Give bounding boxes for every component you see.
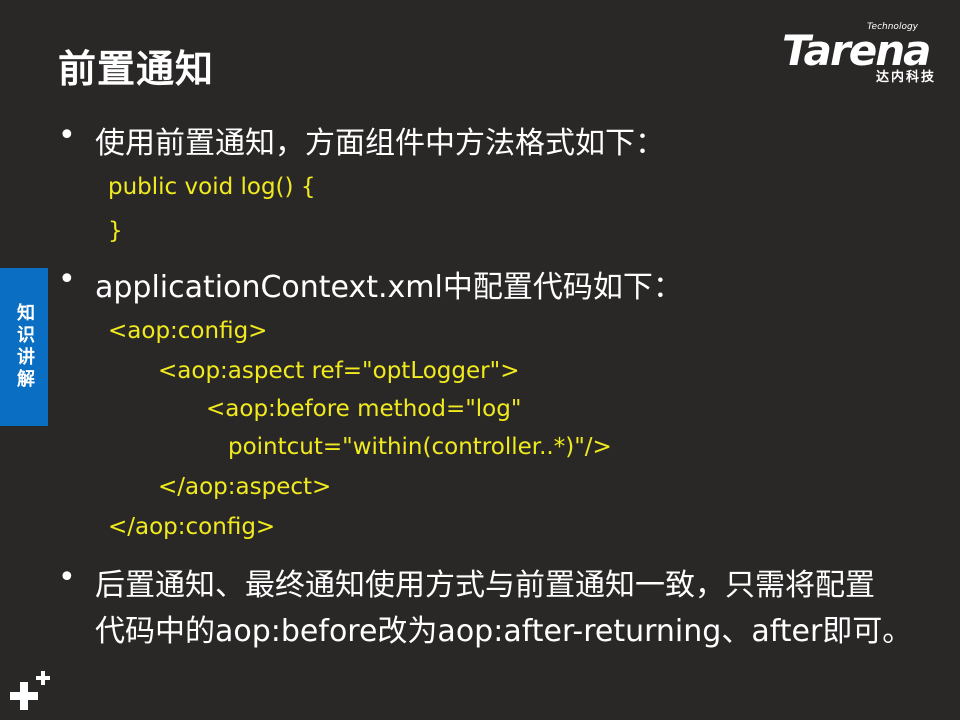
code-line: <aop:aspect ref="optLogger"> (158, 358, 520, 384)
knowledge-tab: 知识讲解 (0, 268, 48, 426)
code-line: pointcut="within(controller..*)"/> (228, 434, 612, 460)
code-line: <aop:before method="log" (206, 396, 522, 422)
slide: 前置通知 Technology Tarena 达内科技 知识讲解 • 使用前置通… (0, 0, 960, 720)
knowledge-tab-label: 知识讲解 (14, 303, 35, 391)
tarena-logo: Technology Tarena 达内科技 (778, 22, 948, 85)
slide-title: 前置通知 (58, 47, 215, 91)
bullet-3-line-2: 代码中的aop:before改为aop:after-returning、afte… (95, 614, 913, 649)
bullet-1-text: 使用前置通知，方面组件中方法格式如下： (95, 126, 665, 161)
bullet-2-text: applicationContext.xml中配置代码如下： (95, 270, 683, 305)
bullet-marker: • (58, 262, 76, 297)
code-line: <aop:config> (108, 318, 268, 344)
plus-icon (10, 671, 50, 710)
bullet-3-line-1: 后置通知、最终通知使用方式与前置通知一致，只需将配置 (95, 568, 875, 603)
logo-chinese-text: 达内科技 (875, 70, 936, 85)
code-line: </aop:aspect> (158, 474, 332, 500)
bullet-marker: • (58, 118, 76, 153)
code-line: </aop:config> (108, 514, 276, 540)
bullet-marker: • (58, 560, 76, 595)
code-line: public void log() { (108, 174, 316, 200)
code-line: } (108, 218, 123, 244)
